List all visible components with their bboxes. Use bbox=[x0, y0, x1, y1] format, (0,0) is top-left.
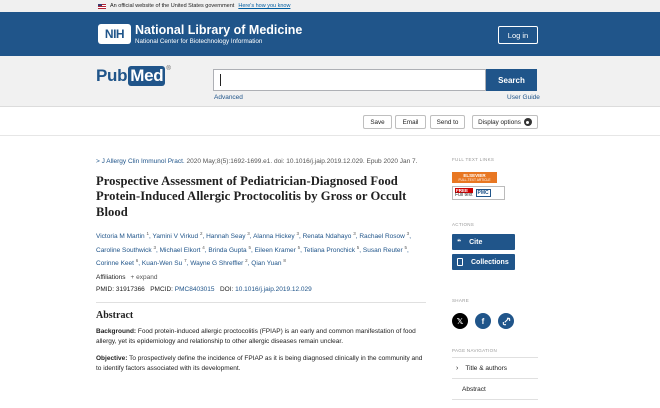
author-affiliation-number[interactable]: 2 bbox=[200, 231, 203, 236]
actions-heading: ACTIONS bbox=[452, 222, 475, 227]
author-link[interactable]: Alanna Hickey bbox=[253, 233, 295, 240]
author-affiliation-number[interactable]: 5 bbox=[357, 245, 360, 250]
advanced-search-link[interactable]: Advanced bbox=[214, 94, 243, 101]
save-button[interactable]: Save bbox=[363, 115, 392, 129]
author-link[interactable]: Hannah Seay bbox=[206, 233, 245, 240]
article-identifiers: PMID: 31917366 PMCID: PMC8403015 DOI: 10… bbox=[96, 286, 312, 294]
author-link[interactable]: Tetiana Pronchick bbox=[304, 247, 355, 254]
author-link[interactable]: Qian Yuan bbox=[251, 261, 281, 268]
pubmed-logo[interactable]: Pub Med ® bbox=[96, 66, 171, 86]
bookmark-icon bbox=[457, 258, 463, 266]
author-affiliation-number[interactable]: 5 bbox=[404, 245, 407, 250]
login-button[interactable]: Log in bbox=[498, 26, 538, 44]
gov-banner: An official website of the United States… bbox=[0, 0, 660, 12]
send-to-button[interactable]: Send to bbox=[430, 115, 465, 129]
nlm-title-text: National Library of Medicine bbox=[135, 23, 303, 37]
pmc-logo: PMC bbox=[475, 189, 491, 197]
quote-icon: ❝ bbox=[457, 239, 462, 246]
author-affiliation-number[interactable]: 4 bbox=[202, 245, 205, 250]
abstract-objective: Objective: To prospectively define the i… bbox=[96, 354, 423, 373]
nlm-subtitle: National Center for Biotechnology Inform… bbox=[135, 38, 263, 45]
author-affiliation-number[interactable]: 2 bbox=[245, 258, 248, 263]
nih-logo[interactable]: NIH bbox=[98, 24, 131, 44]
author-link[interactable]: Susan Reuter bbox=[363, 247, 403, 254]
share-heading: SHARE bbox=[452, 298, 470, 303]
author-link[interactable]: Corinne Keet bbox=[96, 261, 134, 268]
author-link[interactable]: Victoria M Martin bbox=[96, 233, 145, 240]
search-band: Pub Med ® Search Advanced User Guide bbox=[0, 56, 660, 106]
user-guide-link[interactable]: User Guide bbox=[507, 94, 540, 101]
author-link[interactable]: Wayne G Shreffler bbox=[190, 261, 243, 268]
author-link[interactable]: Renata Ndahayo bbox=[303, 233, 352, 240]
collections-button[interactable]: Collections bbox=[452, 254, 515, 270]
author-link[interactable]: Michael Elkort bbox=[160, 247, 201, 254]
email-button[interactable]: Email bbox=[395, 115, 426, 129]
pmc-full-text-link[interactable]: FREE Full text PMC bbox=[452, 186, 505, 200]
expand-affiliations-button[interactable]: + expand bbox=[131, 274, 158, 281]
author-link[interactable]: Caroline Southwick bbox=[96, 247, 152, 254]
nlm-title[interactable]: National Library of Medicine National Ce… bbox=[135, 23, 302, 45]
us-flag-icon bbox=[98, 3, 106, 9]
pmid-value: 31917366 bbox=[115, 286, 145, 294]
author-affiliation-number[interactable]: 3 bbox=[407, 231, 410, 236]
author-affiliation-number[interactable]: 3 bbox=[247, 231, 250, 236]
gear-icon bbox=[523, 118, 532, 126]
journal-link[interactable]: J Allergy Clin Immunol Pract. bbox=[102, 158, 185, 165]
citation-text: 2020 May;8(5):1692-1699.e1. doi: 10.1016… bbox=[186, 158, 418, 165]
facebook-icon[interactable]: f bbox=[475, 313, 491, 329]
display-options-button[interactable]: Display options bbox=[472, 115, 538, 129]
nlm-header: NIH National Library of Medicine Nationa… bbox=[0, 12, 660, 56]
author-affiliation-number[interactable]: 6 bbox=[136, 258, 139, 263]
cite-button[interactable]: ❝ Cite bbox=[452, 234, 515, 250]
right-sidebar: FULL TEXT LINKS ELSEVIER FULL-TEXT ARTICL… bbox=[452, 157, 542, 400]
share-buttons: 𝕏 f bbox=[452, 313, 542, 329]
x-twitter-icon[interactable]: 𝕏 bbox=[452, 313, 468, 329]
chevron-right-icon: › bbox=[456, 364, 459, 372]
author-affiliation-number[interactable]: 3 bbox=[296, 231, 299, 236]
article-title: Prospective Assessment of Pediatrician-D… bbox=[96, 174, 407, 219]
article-main: > J Allergy Clin Immunol Pract. 2020 May… bbox=[96, 157, 426, 374]
abstract-background: Background: Food protein-induced allergi… bbox=[96, 328, 416, 346]
affiliations: Affiliations + expand bbox=[96, 274, 426, 281]
author-affiliation-number[interactable]: 1 bbox=[146, 231, 149, 236]
author-affiliation-number[interactable]: 5 bbox=[298, 245, 301, 250]
heres-how-link[interactable]: Here's how you know bbox=[238, 3, 290, 9]
author-list: Victoria M Martin 1, Yamini V Virkud 2, … bbox=[96, 230, 411, 268]
article-toolbar: Save Email Send to Display options bbox=[0, 107, 660, 135]
search-input[interactable] bbox=[213, 69, 486, 91]
gov-banner-text: An official website of the United States… bbox=[110, 3, 235, 9]
full-text-links-heading: FULL TEXT LINKS bbox=[452, 157, 495, 162]
author-affiliation-number[interactable]: 5 bbox=[249, 245, 252, 250]
author-link[interactable]: Eileen Kramer bbox=[255, 247, 296, 254]
author-link[interactable]: Kuan-Wen Su bbox=[142, 261, 182, 268]
author-link[interactable]: Brinda Gupta bbox=[208, 247, 246, 254]
journal-citation: > J Allergy Clin Immunol Pract. 2020 May… bbox=[96, 158, 418, 165]
nav-abstract[interactable]: Abstract bbox=[452, 379, 542, 399]
abstract-heading: Abstract bbox=[96, 310, 134, 322]
author-affiliation-number[interactable]: 3 bbox=[153, 245, 156, 250]
pmcid-link[interactable]: PMC8403015 bbox=[175, 286, 215, 293]
author-affiliation-number[interactable]: 8 bbox=[283, 258, 286, 263]
elsevier-full-text-link[interactable]: ELSEVIER FULL-TEXT ARTICLE bbox=[452, 172, 497, 183]
search-button[interactable]: Search bbox=[486, 69, 537, 91]
permalink-icon[interactable] bbox=[498, 313, 514, 329]
author-link[interactable]: Yamini V Virkud bbox=[152, 233, 198, 240]
affiliations-label[interactable]: Affiliations bbox=[96, 274, 126, 281]
author-affiliation-number[interactable]: 7 bbox=[184, 258, 187, 263]
author-affiliation-number[interactable]: 3 bbox=[353, 231, 356, 236]
doi-link[interactable]: 10.1016/j.jaip.2019.12.029 bbox=[235, 286, 312, 293]
page-navigation-heading: PAGE NAVIGATION bbox=[452, 348, 498, 353]
nav-title-authors[interactable]: › Title & authors bbox=[452, 358, 542, 378]
author-link[interactable]: Rachael Rosow bbox=[359, 233, 405, 240]
